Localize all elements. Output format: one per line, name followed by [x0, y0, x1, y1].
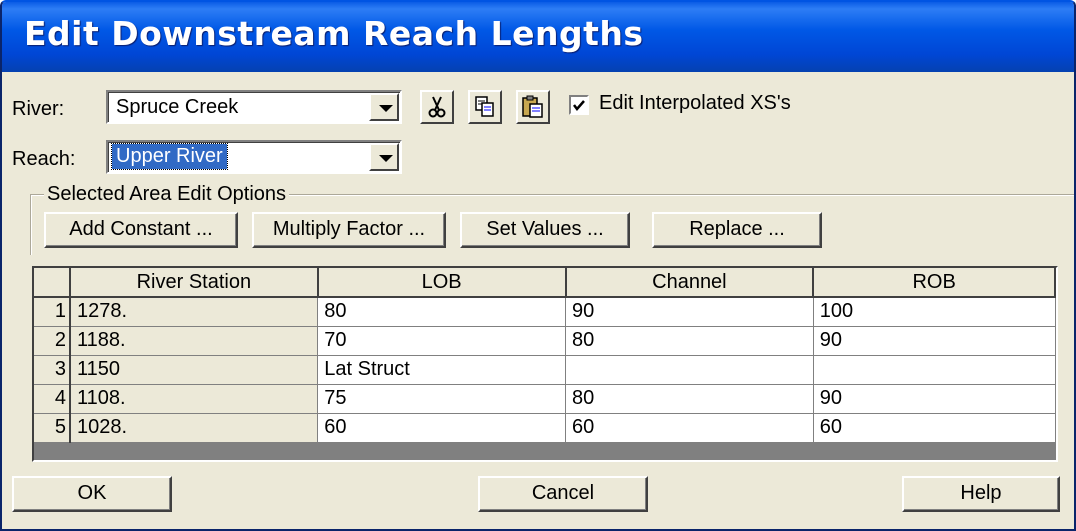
channel-cell[interactable]: 80	[565, 326, 814, 356]
table-row: 3 1150 Lat Struct	[34, 355, 1056, 385]
edit-interpolated-label[interactable]: Edit Interpolated XS's	[599, 92, 791, 115]
river-select[interactable]: Spruce Creek	[106, 90, 402, 124]
reach-value: Upper River	[111, 143, 228, 170]
channel-cell[interactable]: 90	[565, 297, 814, 327]
row-number[interactable]: 1	[34, 297, 71, 327]
cut-button[interactable]	[420, 90, 454, 124]
table-row: 2 1188. 70 80 90	[34, 326, 1056, 356]
channel-cell[interactable]: 80	[565, 384, 814, 414]
paste-icon	[522, 95, 543, 118]
row-number[interactable]: 3	[34, 355, 71, 385]
reach-label: Reach:	[12, 148, 76, 170]
row-number[interactable]: 5	[34, 413, 71, 443]
column-header-rob[interactable]: ROB	[813, 268, 1056, 298]
river-dropdown-arrow-icon[interactable]	[369, 93, 399, 121]
replace-button[interactable]: Replace ...	[652, 212, 822, 248]
paste-button[interactable]	[516, 90, 550, 124]
cancel-button[interactable]: Cancel	[478, 476, 648, 512]
window-title: Edit Downstream Reach Lengths	[24, 14, 644, 53]
reach-dropdown-arrow-icon[interactable]	[369, 143, 399, 171]
table-row: 5 1028. 60 60 60	[34, 413, 1056, 443]
rob-cell[interactable]: 100	[813, 297, 1056, 327]
row-number[interactable]: 4	[34, 384, 71, 414]
ok-button[interactable]: OK	[12, 476, 172, 512]
copy-icon	[475, 96, 494, 117]
scissors-icon	[428, 96, 446, 118]
edit-reach-lengths-window: Edit Downstream Reach Lengths River: Spr…	[0, 0, 1076, 531]
lob-cell[interactable]: 60	[317, 413, 567, 443]
river-station-cell: 1108.	[69, 384, 319, 414]
row-number[interactable]: 2	[34, 326, 71, 356]
add-constant-button[interactable]: Add Constant ...	[44, 212, 238, 248]
rob-cell[interactable]: 90	[813, 326, 1056, 356]
river-label: River:	[12, 98, 65, 120]
copy-button[interactable]	[468, 90, 502, 124]
rob-cell[interactable]	[813, 355, 1056, 385]
reach-select[interactable]: Upper River	[106, 140, 402, 174]
corner-cell[interactable]	[34, 268, 71, 298]
edit-options-legend: Selected Area Edit Options	[44, 183, 290, 206]
set-values-button[interactable]: Set Values ...	[460, 212, 630, 248]
checkmark-icon	[573, 100, 585, 111]
channel-cell[interactable]: 60	[565, 413, 814, 443]
river-station-cell: 1028.	[69, 413, 319, 443]
reach-lengths-table[interactable]: River Station LOB Channel ROB 1 1278. 80…	[32, 266, 1058, 462]
lob-cell[interactable]: 75	[317, 384, 567, 414]
rob-cell[interactable]: 60	[813, 413, 1056, 443]
table-row: 4 1108. 75 80 90	[34, 384, 1056, 414]
river-value: Spruce Creek	[116, 96, 239, 118]
column-header-lob[interactable]: LOB	[317, 268, 567, 298]
title-bar[interactable]: Edit Downstream Reach Lengths	[2, 2, 1074, 72]
river-station-cell: 1188.	[69, 326, 319, 356]
lob-cell[interactable]: 70	[317, 326, 567, 356]
river-station-cell: 1150	[69, 355, 319, 385]
header-row: River Station LOB Channel ROB	[34, 268, 1056, 298]
rob-cell[interactable]: 90	[813, 384, 1056, 414]
multiply-factor-button[interactable]: Multiply Factor ...	[252, 212, 446, 248]
column-header-river-station[interactable]: River Station	[69, 268, 319, 298]
table-row: 1 1278. 80 90 100	[34, 297, 1056, 327]
river-station-cell: 1278.	[69, 297, 319, 327]
channel-cell[interactable]	[565, 355, 814, 385]
data-grid[interactable]: River Station LOB Channel ROB 1 1278. 80…	[34, 268, 1056, 443]
lob-cell[interactable]: 80	[317, 297, 567, 327]
lob-cell[interactable]: Lat Struct	[317, 355, 567, 385]
column-header-channel[interactable]: Channel	[565, 268, 815, 298]
help-button[interactable]: Help	[902, 476, 1060, 512]
edit-interpolated-checkbox[interactable]	[569, 95, 589, 115]
